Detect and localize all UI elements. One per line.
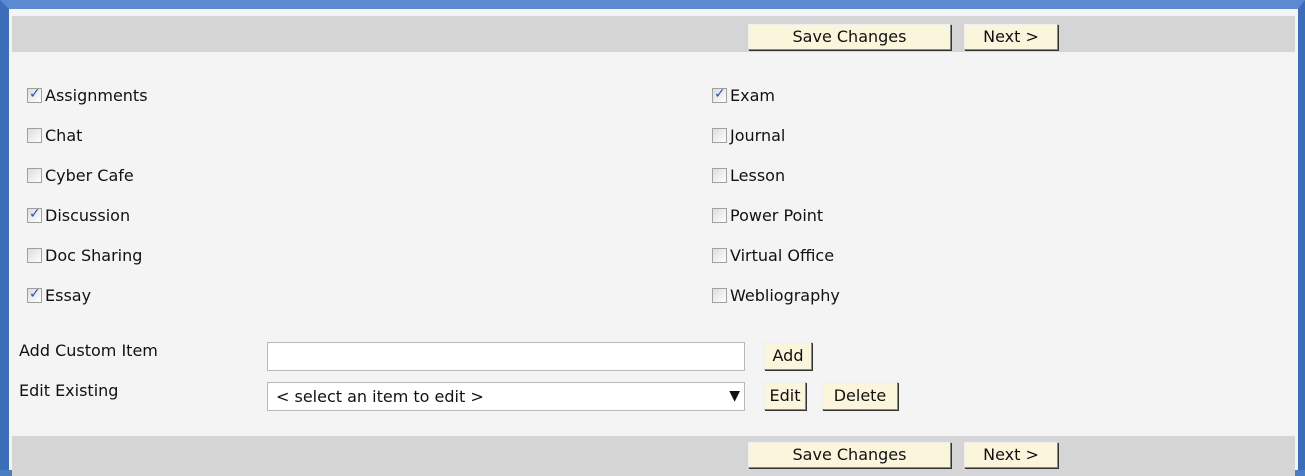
- discussion-label: Discussion: [45, 205, 131, 225]
- add-button[interactable]: Add: [764, 342, 812, 370]
- top-toolbar: Save Changes Next >: [12, 16, 1295, 52]
- assignments-checkbox[interactable]: [27, 86, 42, 103]
- edit-existing-label: Edit Existing: [19, 381, 119, 400]
- essay-label: Essay: [45, 285, 92, 305]
- tool-option-lesson[interactable]: Lesson: [712, 164, 785, 186]
- save-changes-button-bottom[interactable]: Save Changes: [748, 442, 951, 468]
- tool-option-assignments[interactable]: Assignments: [27, 84, 148, 106]
- essay-checkbox[interactable]: [27, 286, 42, 303]
- tool-option-journal[interactable]: Journal: [712, 124, 785, 146]
- window-frame: Save Changes Next > Assignments Chat Cyb…: [0, 0, 1305, 476]
- discussion-checkbox[interactable]: [27, 206, 42, 223]
- chat-checkbox[interactable]: [27, 127, 42, 143]
- chat-label: Chat: [45, 125, 83, 145]
- tool-option-discussion[interactable]: Discussion: [27, 204, 130, 226]
- course-tools-panel: Save Changes Next > Assignments Chat Cyb…: [12, 12, 1295, 476]
- doc-sharing-checkbox[interactable]: [27, 247, 42, 263]
- cyber-cafe-label: Cyber Cafe: [45, 165, 134, 185]
- edit-item-select-value: < select an item to edit >: [276, 387, 484, 406]
- tool-option-cyber-cafe[interactable]: Cyber Cafe: [27, 164, 134, 186]
- tool-option-virtual-office[interactable]: Virtual Office: [712, 244, 834, 266]
- tool-option-doc-sharing[interactable]: Doc Sharing: [27, 244, 142, 266]
- tool-option-chat[interactable]: Chat: [27, 124, 82, 146]
- virtual-office-label: Virtual Office: [730, 245, 835, 265]
- custom-item-input[interactable]: [267, 342, 745, 371]
- power-point-checkbox[interactable]: [712, 207, 727, 223]
- dropdown-arrow-icon[interactable]: ▼: [729, 383, 740, 410]
- tool-option-power-point[interactable]: Power Point: [712, 204, 823, 226]
- virtual-office-checkbox[interactable]: [712, 247, 727, 263]
- next-button-top[interactable]: Next >: [964, 24, 1058, 50]
- add-custom-item-label: Add Custom Item: [19, 341, 158, 360]
- webliography-label: Webliography: [730, 285, 840, 305]
- edit-button[interactable]: Edit: [764, 382, 806, 410]
- webliography-checkbox[interactable]: [712, 287, 727, 303]
- lesson-checkbox[interactable]: [712, 167, 727, 183]
- delete-button[interactable]: Delete: [822, 382, 898, 410]
- tool-option-essay[interactable]: Essay: [27, 284, 91, 306]
- bottom-toolbar: Save Changes Next >: [12, 436, 1295, 476]
- tool-option-exam[interactable]: Exam: [712, 84, 775, 106]
- save-changes-button-top[interactable]: Save Changes: [748, 24, 951, 50]
- journal-label: Journal: [730, 125, 786, 145]
- lesson-label: Lesson: [730, 165, 786, 185]
- cyber-cafe-checkbox[interactable]: [27, 167, 42, 183]
- tool-option-webliography[interactable]: Webliography: [712, 284, 840, 306]
- doc-sharing-label: Doc Sharing: [45, 245, 143, 265]
- exam-label: Exam: [730, 85, 775, 105]
- assignments-label: Assignments: [45, 85, 148, 105]
- edit-item-select[interactable]: < select an item to edit > ▼: [267, 382, 745, 411]
- next-button-bottom[interactable]: Next >: [964, 442, 1058, 468]
- journal-checkbox[interactable]: [712, 127, 727, 143]
- power-point-label: Power Point: [730, 205, 824, 225]
- exam-checkbox[interactable]: [712, 86, 727, 103]
